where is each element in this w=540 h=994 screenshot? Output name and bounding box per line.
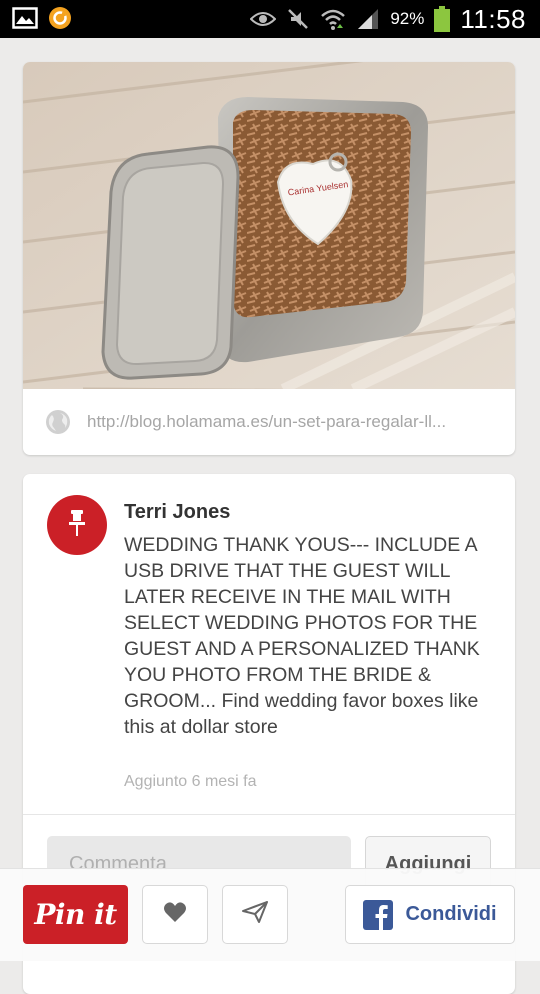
like-button[interactable]: [142, 885, 208, 944]
action-bar: Pin it Condividi: [0, 868, 540, 961]
gallery-icon: [12, 7, 38, 29]
pin-it-button[interactable]: Pin it: [23, 885, 128, 944]
pin-image-card: Carina Yuelsen http://blog.holamama.es/u…: [23, 62, 515, 455]
status-bar: 92% 11:58: [0, 0, 540, 38]
share-label: Condividi: [405, 903, 497, 925]
avatar[interactable]: [47, 495, 107, 555]
pinner-name[interactable]: Terri Jones: [124, 501, 230, 524]
app-notification-icon: [48, 6, 72, 30]
mute-icon: [286, 7, 310, 31]
pushpin-icon: [66, 508, 88, 543]
eye-icon: [250, 10, 277, 28]
pin-description: WEDDING THANK YOUS--- INCLUDE A USB DRIV…: [124, 534, 480, 738]
pin-image[interactable]: Carina Yuelsen: [23, 62, 515, 394]
globe-icon: [45, 409, 71, 435]
signal-icon: [356, 7, 380, 31]
battery-icon: [434, 6, 451, 32]
battery-percent: 92%: [390, 9, 425, 28]
wifi-icon: [320, 7, 346, 31]
clock: 11:58: [460, 3, 526, 34]
divider: [23, 814, 515, 815]
source-link[interactable]: http://blog.holamama.es/un-set-para-rega…: [23, 389, 515, 455]
send-button[interactable]: [222, 885, 288, 944]
added-time: Aggiunto 6 mesi fa: [124, 773, 257, 790]
source-url[interactable]: http://blog.holamama.es/un-set-para-rega…: [87, 412, 487, 432]
facebook-share-button[interactable]: Condividi: [345, 885, 515, 944]
facebook-icon: [363, 899, 394, 930]
send-icon: [242, 901, 268, 928]
heart-icon: [163, 901, 187, 928]
